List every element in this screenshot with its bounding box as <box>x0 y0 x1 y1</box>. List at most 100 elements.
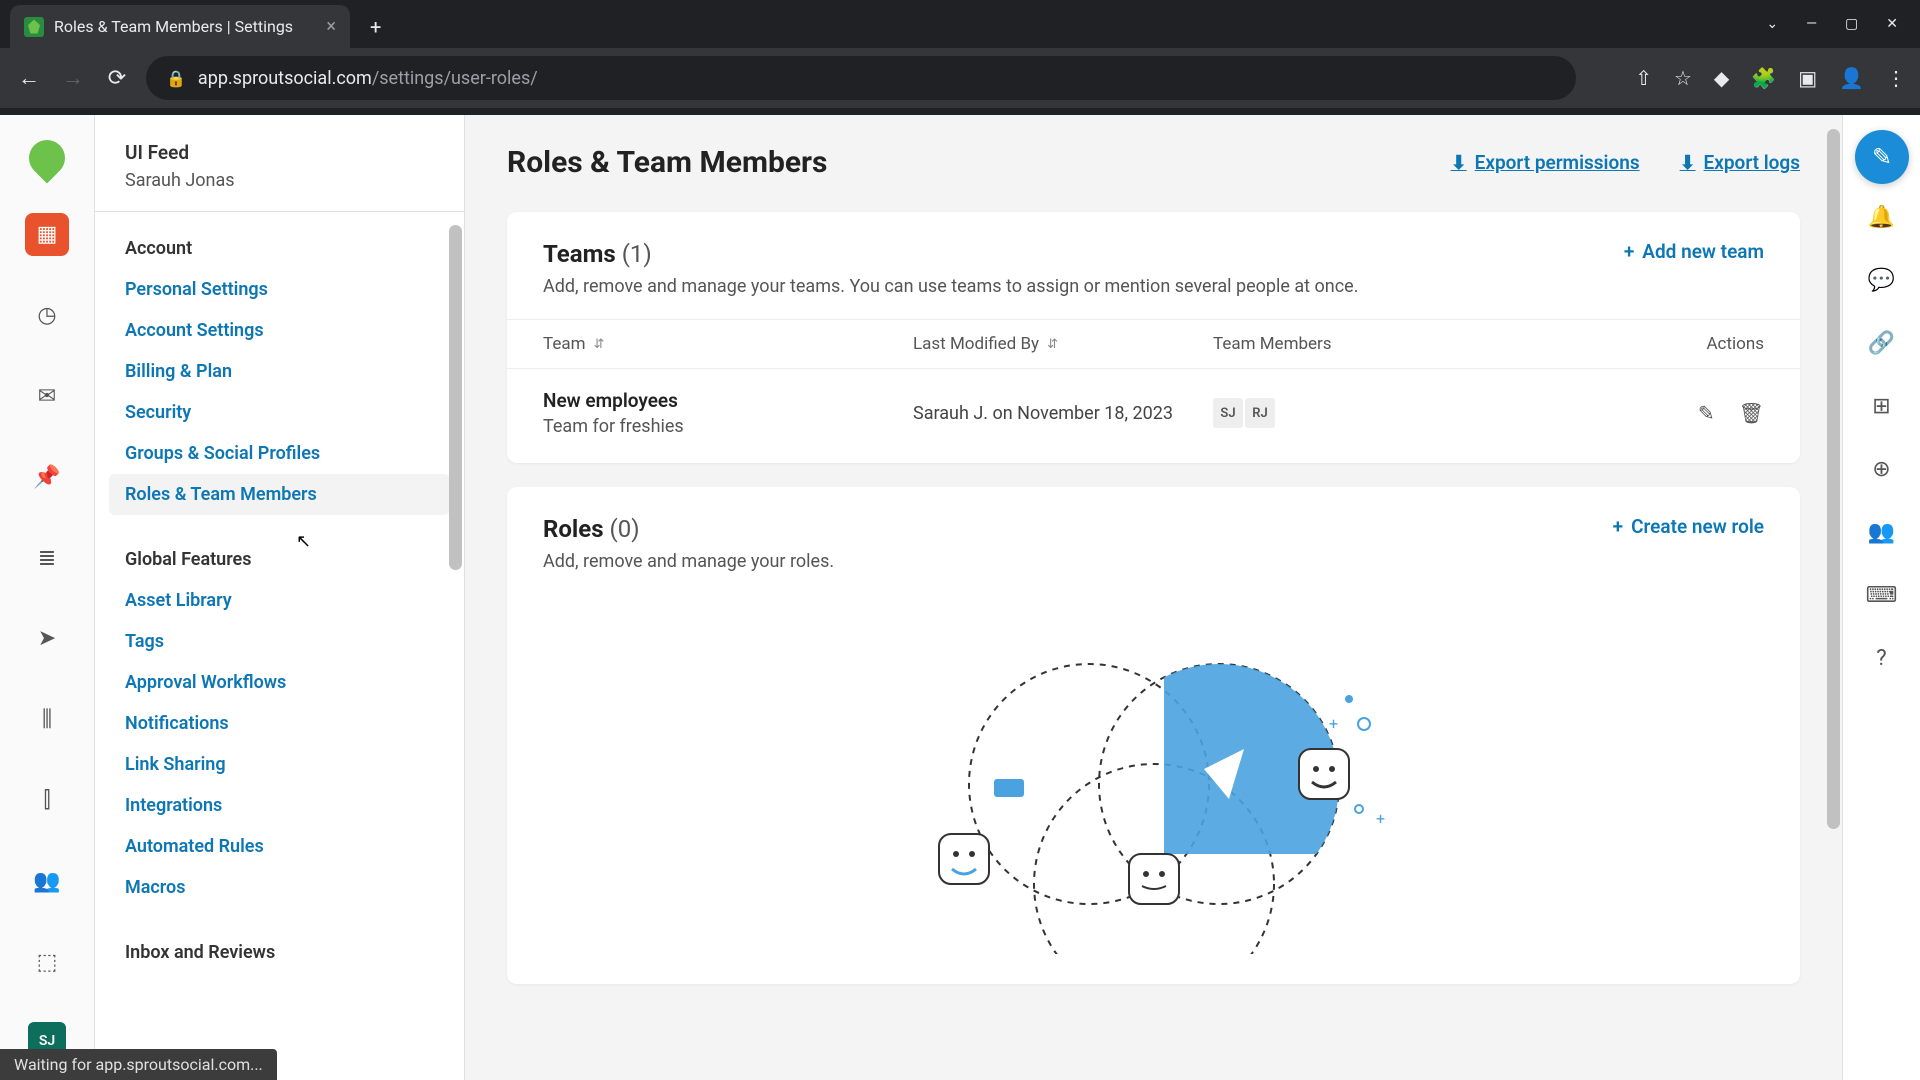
share-icon[interactable]: ⇧ <box>1635 66 1652 90</box>
sidebar-section-global: Global Features Asset Library Tags Appro… <box>95 523 464 916</box>
sidebar-item-automated-rules[interactable]: Automated Rules <box>109 826 450 867</box>
sidebar-item-macros[interactable]: Macros <box>109 867 450 908</box>
minimize-icon[interactable]: — <box>1806 16 1817 32</box>
extensions-icon[interactable]: 🧩 <box>1751 66 1776 90</box>
sidebar-item-integrations[interactable]: Integrations <box>109 785 450 826</box>
extension-icon[interactable]: ◆ <box>1714 66 1729 90</box>
lock-icon: 🔒 <box>166 69 186 88</box>
th-members: Team Members <box>1213 334 1573 354</box>
sidebar-item-billing[interactable]: Billing & Plan <box>109 351 450 392</box>
favicon-icon <box>24 17 44 37</box>
roles-desc: Add, remove and manage your roles. <box>543 551 834 572</box>
status-bar: Waiting for app.sproutsocial.com... <box>0 1049 277 1080</box>
sidebar-item-link-sharing[interactable]: Link Sharing <box>109 744 450 785</box>
sidebar-item-personal-settings[interactable]: Personal Settings <box>109 269 450 310</box>
team-desc: Team for freshies <box>543 416 913 437</box>
link-icon[interactable]: 🔗 <box>1868 331 1895 356</box>
bookmark-icon[interactable]: ☆ <box>1674 66 1692 90</box>
scrollbar-thumb[interactable] <box>449 225 462 570</box>
user-name: Sarauh Jonas <box>125 170 434 191</box>
browser-tab[interactable]: Roles & Team Members | Settings × <box>10 5 350 48</box>
reload-button[interactable]: ⟳ <box>102 66 132 91</box>
icon-rail: ▦ ◷ ✉ 📌 ≣ ➤ ⫼ ⫿ 👥 ⬚ SJ <box>0 115 95 1080</box>
th-team-label: Team <box>543 334 586 354</box>
sidebar-item-account-settings[interactable]: Account Settings <box>109 310 450 351</box>
compose-button[interactable]: ✎ <box>1855 130 1909 184</box>
add-panel-icon[interactable]: ⊕ <box>1872 457 1890 482</box>
roles-count: (0) <box>610 515 640 543</box>
sidebar-item-asset-library[interactable]: Asset Library <box>109 580 450 621</box>
svg-text:+: + <box>1376 809 1385 828</box>
member-chip[interactable]: SJ <box>1213 398 1243 428</box>
create-role-button[interactable]: + Create new role <box>1613 515 1764 538</box>
sprout-logo-icon[interactable] <box>29 140 65 175</box>
maximize-icon[interactable]: ▢ <box>1845 16 1858 32</box>
sidebar-section-account: Account Personal Settings Account Settin… <box>95 212 464 523</box>
svg-text:+: + <box>1329 714 1338 733</box>
rail-item-inbox[interactable]: ✉ <box>25 375 69 418</box>
add-team-button[interactable]: + Add new team <box>1624 240 1764 263</box>
main-scrollbar-thumb[interactable] <box>1827 129 1840 829</box>
bell-icon[interactable]: 🔔 <box>1868 205 1895 230</box>
main-scrollbar[interactable] <box>1824 115 1842 1080</box>
delete-icon[interactable]: 🗑 <box>1739 401 1764 425</box>
th-team[interactable]: Team ⇵ <box>543 334 913 354</box>
team-modified: Sarauh J. on November 18, 2023 <box>913 403 1213 424</box>
browser-toolbar-icons: ⇧ ☆ ◆ 🧩 ▣ 👤 ⋮ <box>1635 66 1906 90</box>
rail-item-box[interactable]: ⬚ <box>25 941 69 984</box>
help-icon[interactable]: ? <box>1876 646 1886 671</box>
export-logs-link[interactable]: ⬇ Export logs <box>1680 151 1800 174</box>
profile-icon[interactable]: 👤 <box>1839 66 1864 90</box>
url-input[interactable]: 🔒 app.sproutsocial.com/settings/user-rol… <box>146 56 1576 100</box>
th-actions: Actions <box>1573 334 1764 354</box>
back-button[interactable]: ← <box>14 65 44 91</box>
member-chip[interactable]: RJ <box>1245 398 1275 428</box>
rail-item-send[interactable]: ➤ <box>25 618 69 661</box>
tabs-dropdown-icon[interactable]: ⌄ <box>1766 16 1778 32</box>
th-members-label: Team Members <box>1213 334 1332 354</box>
rail-item-pin[interactable]: 📌 <box>25 456 69 499</box>
rail-item-reports[interactable]: ⫿ <box>25 779 69 822</box>
people-icon[interactable]: 👥 <box>1868 520 1895 545</box>
new-tab-button[interactable]: + <box>370 15 381 39</box>
menu-icon[interactable]: ⋮ <box>1886 66 1906 90</box>
edit-icon[interactable]: ✎ <box>1698 401 1715 425</box>
th-modified[interactable]: Last Modified By ⇵ <box>913 334 1213 354</box>
download-icon: ⬇ <box>1680 151 1696 174</box>
rail-item-compass[interactable]: ◷ <box>25 294 69 337</box>
sidebar-item-security[interactable]: Security <box>109 392 450 433</box>
close-window-icon[interactable]: ✕ <box>1886 16 1898 32</box>
sidebar-item-tags[interactable]: Tags <box>109 621 450 662</box>
sidebar-item-roles[interactable]: Roles & Team Members <box>109 474 450 515</box>
sidebar-section-inbox: Inbox and Reviews <box>95 916 464 981</box>
sidebar-scrollbar[interactable] <box>446 115 464 1080</box>
th-modified-label: Last Modified By <box>913 334 1039 354</box>
export-links: ⬇ Export permissions ⬇ Export logs <box>1451 151 1800 174</box>
table-row: New employees Team for freshies Sarauh J… <box>507 368 1800 463</box>
section-title-global: Global Features <box>109 541 450 580</box>
sidebar-item-notifications[interactable]: Notifications <box>109 703 450 744</box>
page-title: Roles & Team Members <box>507 145 827 180</box>
settings-sidebar: UI Feed Sarauh Jonas Account Personal Se… <box>95 115 465 1080</box>
download-icon: ⬇ <box>1451 151 1467 174</box>
main-header: Roles & Team Members ⬇ Export permission… <box>465 115 1842 202</box>
keyboard-icon[interactable]: ⌨ <box>1866 583 1898 608</box>
chat-icon[interactable]: 💬 <box>1868 268 1895 293</box>
grid-icon[interactable]: ⊞ <box>1872 394 1890 419</box>
rail-item-feed[interactable]: ≣ <box>25 537 69 580</box>
right-rail: ✎ 🔔 💬 🔗 ⊞ ⊕ 👥 ⌨ ? <box>1842 115 1920 1080</box>
sidebar-item-groups[interactable]: Groups & Social Profiles <box>109 433 450 474</box>
close-tab-icon[interactable]: × <box>326 16 336 37</box>
forward-button[interactable]: → <box>58 65 88 91</box>
add-team-label: Add new team <box>1642 240 1764 263</box>
teams-table-header: Team ⇵ Last Modified By ⇵ Team Members A… <box>507 319 1800 368</box>
rail-item-people[interactable]: 👥 <box>25 860 69 903</box>
teams-desc: Add, remove and manage your teams. You c… <box>543 276 1358 297</box>
sidebar-item-approval[interactable]: Approval Workflows <box>109 662 450 703</box>
browser-chrome: Roles & Team Members | Settings × + ⌄ — … <box>0 0 1920 115</box>
export-permissions-link[interactable]: ⬇ Export permissions <box>1451 151 1640 174</box>
side-panel-icon[interactable]: ▣ <box>1798 66 1817 90</box>
teams-title: Teams (1) <box>543 240 1358 268</box>
rail-item-listening[interactable]: ⫼ <box>25 698 69 741</box>
rail-item-dashboard[interactable]: ▦ <box>25 213 69 256</box>
